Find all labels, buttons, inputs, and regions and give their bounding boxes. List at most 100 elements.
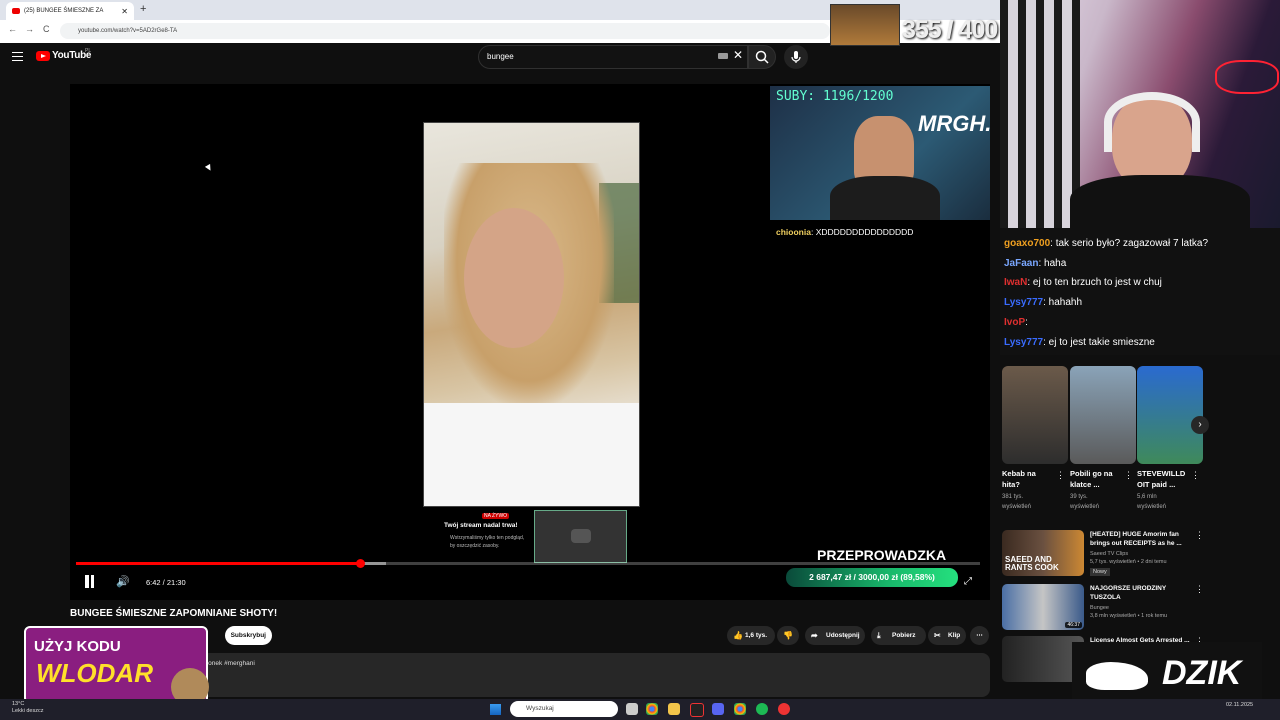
donation-goal-bar: 2 687,47 zł / 3000,00 zł (89,58%) <box>786 568 958 587</box>
rec-thumbnail-text: SAEED AND RANTS COOK <box>1005 555 1059 572</box>
progress-scrubber-handle[interactable] <box>355 559 365 568</box>
short-thumbnail[interactable] <box>1070 366 1136 464</box>
chrome-active-icon[interactable] <box>734 703 746 715</box>
share-icon: ➦ <box>811 631 818 640</box>
spotify-icon[interactable] <box>756 703 768 715</box>
reload-icon[interactable]: C <box>43 24 50 34</box>
chat-message: ej to ten brzuch to jest w chuj <box>1032 277 1162 288</box>
clip-button[interactable]: ✂ Klip <box>928 626 966 645</box>
rec-meta: 3,8 mln wyświetleń • 1 rok temu <box>1090 613 1168 619</box>
rec-title[interactable]: [HEATED] HUGE Amorim fan brings out RECE… <box>1090 530 1194 548</box>
voice-search-button[interactable] <box>784 45 808 69</box>
rec-menu-icon[interactable]: ⋮ <box>1195 530 1204 541</box>
back-icon[interactable]: ← <box>8 24 17 34</box>
headset-icon <box>1104 92 1200 152</box>
overlay-banner: PRZEPROWADZKA <box>817 547 947 563</box>
short-menu-icon[interactable]: ⋮ <box>1056 470 1065 481</box>
chat-message: ej to jest takie smieszne <box>1048 337 1155 348</box>
rec-meta: 5,7 tys. wyświetleń • 2 dni temu <box>1090 559 1167 565</box>
taskbar-search[interactable]: Wyszukaj <box>510 701 618 717</box>
like-button[interactable]: 👍 1,6 tys. <box>727 626 775 645</box>
video-player[interactable]: SUBY: 1196/1200 MRGH. chioonia: XDDDDDDD… <box>70 84 990 600</box>
chat-line: goaxo700: tak serio było? zagazował 7 la… <box>1004 238 1209 249</box>
short-views-unit: wyświetleń <box>1002 504 1032 510</box>
dislike-button[interactable]: 👎 <box>777 626 799 645</box>
discord-icon[interactable] <box>712 703 724 715</box>
short-menu-icon[interactable]: ⋮ <box>1124 470 1133 481</box>
search-input[interactable]: bungee <box>478 45 748 69</box>
chat-username: IwaN <box>1004 277 1028 288</box>
chat-line: IvoP: <box>1004 317 1028 328</box>
rec-title[interactable]: NAJGORSZE URODZINY TUSZOLA <box>1090 584 1194 602</box>
rec-menu-icon[interactable]: ⋮ <box>1195 584 1204 595</box>
progress-played <box>76 562 360 565</box>
scissors-icon: ✂ <box>934 631 941 640</box>
weather-desc: Lekki deszcz <box>12 708 44 714</box>
more-actions-button[interactable]: ⋯ <box>970 626 989 645</box>
fullscreen-icon[interactable]: ⤢ <box>964 576 972 587</box>
chat-message: hahahh <box>1048 297 1083 308</box>
stream-chat: goaxo700: tak serio było? zagazował 7 la… <box>1000 228 1280 355</box>
chat-message: haha <box>1044 258 1067 269</box>
promo-code: WLODAR <box>36 658 153 688</box>
share-button[interactable]: ➦ Udostępnij <box>805 626 865 645</box>
chevron-right-icon[interactable]: › <box>1191 416 1209 434</box>
chat-line: JaFaan: haha <box>1004 258 1067 269</box>
short-title[interactable]: Kebab na hita? <box>1002 468 1054 490</box>
rec-thumbnail[interactable]: 46:37 <box>1002 584 1084 630</box>
stream-preview-thumbnail[interactable] <box>534 510 627 563</box>
url-field[interactable]: youtube.com/watch?v=5AD2rGe8-TA <box>60 23 830 39</box>
short-views-unit: wyświetleń <box>1137 504 1167 510</box>
pause-button[interactable] <box>84 575 95 589</box>
browser-tab[interactable]: (25) BUNGEE ŚMIESZNE ZA ✕ <box>6 2 134 20</box>
promo-code-overlay: UŻYJ KODU WLODAR <box>24 626 209 706</box>
chat-username: Lysy777 <box>1004 297 1044 308</box>
youtube-header: YouTube PL bungee ✕ <box>0 43 1000 73</box>
neon-bull-sign-icon <box>1215 60 1279 94</box>
rec-thumbnail[interactable]: SAEED AND RANTS COOK <box>1002 530 1084 576</box>
tab-close-icon[interactable]: ✕ <box>121 7 128 16</box>
short-views: 39 tys. <box>1070 494 1088 500</box>
goal-counter-overlay: 355 / 400 <box>830 4 1000 46</box>
download-button[interactable]: ⤓ Pobierz <box>871 626 926 645</box>
download-icon: ⤓ <box>877 631 881 640</box>
region-code: PL <box>85 48 92 54</box>
weather-widget[interactable]: 13°C Lekki deszcz <box>12 701 44 715</box>
thumbs-up-icon: 👍 <box>733 631 743 640</box>
rec-channel[interactable]: Bungee <box>1090 604 1109 612</box>
short-title[interactable]: Pobili go na klatce ... <box>1070 468 1122 490</box>
hamburger-menu-icon[interactable] <box>12 52 23 61</box>
progress-bar[interactable] <box>76 559 980 568</box>
volume-icon[interactable]: 🔊 <box>116 575 130 588</box>
search-button[interactable] <box>748 45 776 69</box>
forward-icon[interactable]: → <box>25 24 34 34</box>
app-icon-2[interactable] <box>778 703 790 715</box>
task-view-icon[interactable] <box>626 703 638 715</box>
short-views: 5,6 mln <box>1137 494 1157 500</box>
live-notice-text: Wstrzymaliśmy tylko ten podgląd, by oszc… <box>450 535 525 549</box>
subscribe-button[interactable]: Subskrybuj <box>225 626 272 645</box>
microphone-icon <box>791 51 801 63</box>
clear-search-icon[interactable]: ✕ <box>733 48 743 62</box>
video-frame-woman <box>423 122 640 507</box>
clock-date[interactable]: 02.11.2025 <box>1226 701 1253 709</box>
cam-brand-logo: MRGH. <box>918 111 990 136</box>
windows-start-icon[interactable] <box>490 704 501 715</box>
short-menu-icon[interactable]: ⋮ <box>1191 470 1200 481</box>
chat-username: JaFaan <box>1004 258 1039 269</box>
tab-title: (25) BUNGEE ŚMIESZNE ZA <box>24 8 104 14</box>
keyboard-icon[interactable] <box>718 53 728 59</box>
short-thumbnail[interactable] <box>1137 366 1203 464</box>
live-badge: NA ŻYWO <box>482 513 510 519</box>
new-tab-button[interactable]: + <box>140 3 146 15</box>
file-explorer-icon[interactable] <box>668 703 680 715</box>
rec-channel[interactable]: Saeed TV Clips <box>1090 550 1128 558</box>
short-thumbnail[interactable] <box>1002 366 1068 464</box>
short-title[interactable]: STEVEWILLD OIT paid ... <box>1137 468 1189 490</box>
video-title: BUNGEE ŚMIESZNE ZAPOMNIANE SHOTY! <box>70 608 278 619</box>
chrome-icon[interactable] <box>646 703 658 715</box>
share-label: Udostępnij <box>826 632 860 639</box>
youtube-logo-icon[interactable] <box>36 51 50 61</box>
app-icon[interactable] <box>690 703 704 717</box>
overlay-chat-line: chioonia: XDDDDDDDDDDDDDDD <box>776 227 914 237</box>
